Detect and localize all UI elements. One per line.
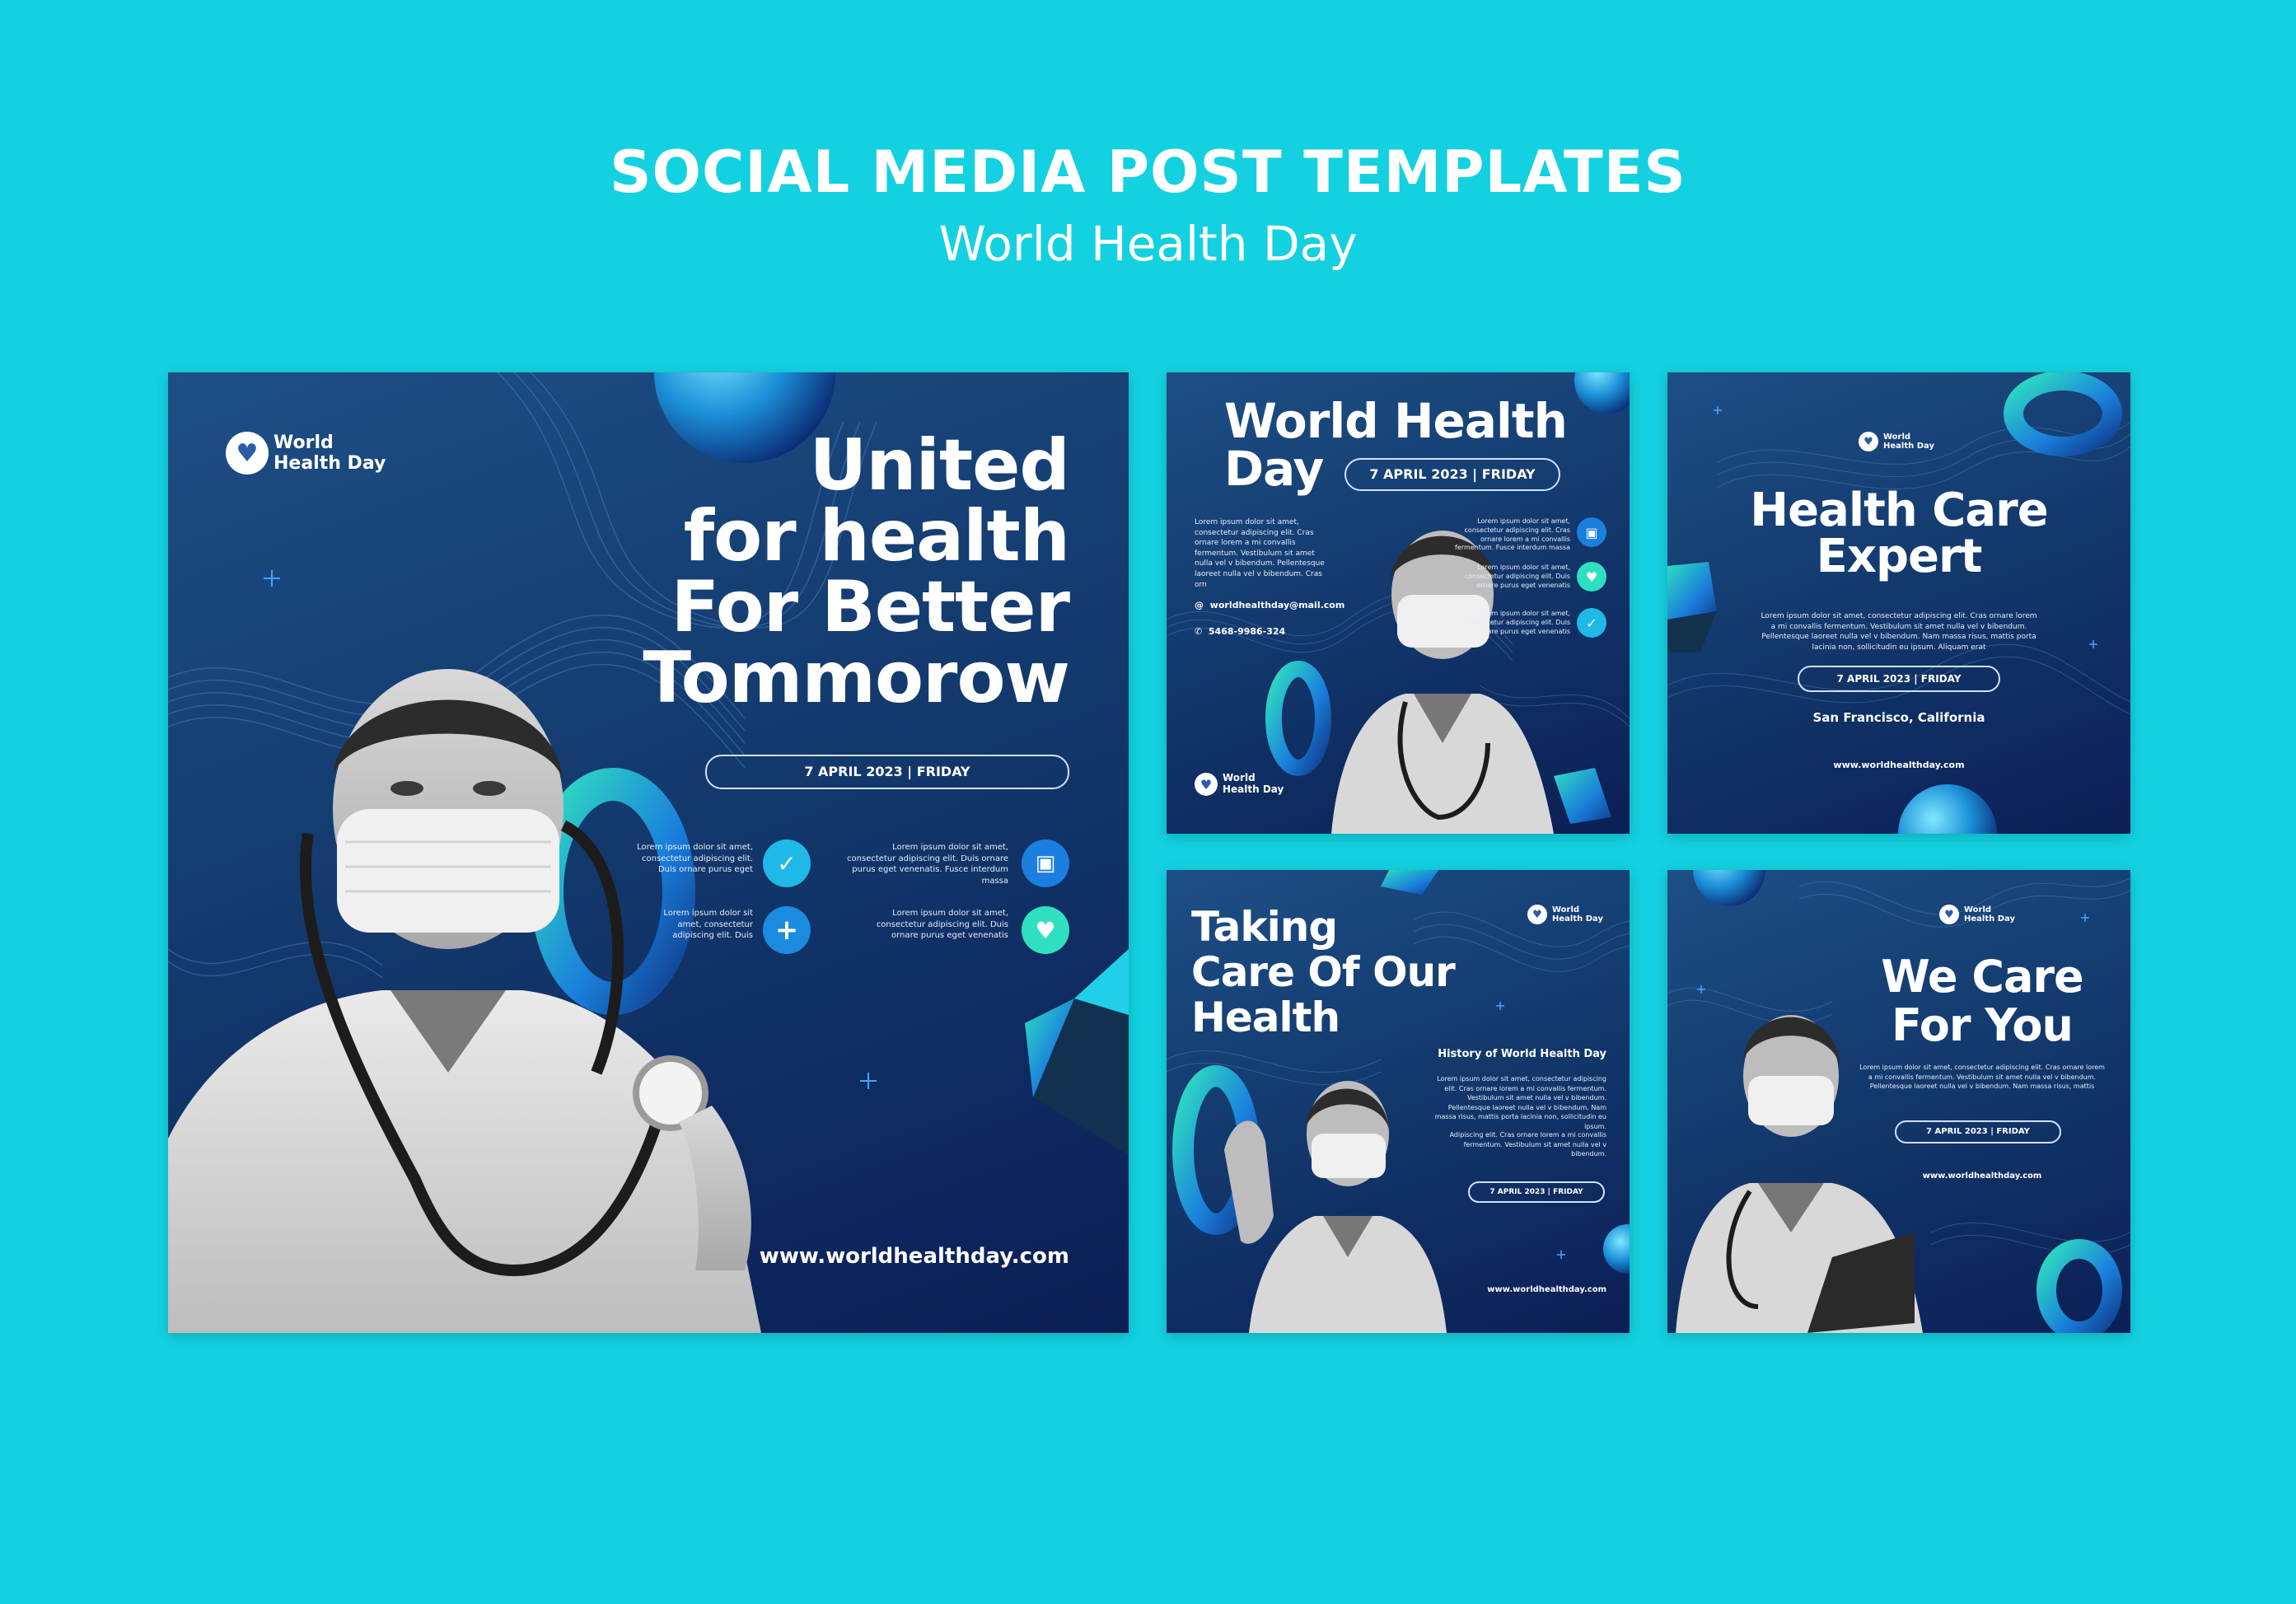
post-health-care-expert-card[interactable]: ♥ World Health Day Health Care Expert Lor… <box>1667 372 2130 834</box>
headline-line-3: For Better <box>671 566 1070 648</box>
phone-icon: ✆ <box>1195 626 1209 637</box>
headline: United for health For Better Tommorow <box>643 424 1070 719</box>
headline-line-2: Care Of Our <box>1191 948 1456 996</box>
headline-line-2: for health <box>683 495 1070 578</box>
heart-pulse-icon: ♥ <box>1527 905 1547 924</box>
logo: ♥ World Health Day <box>1859 432 1934 451</box>
logo: ♥ World Health Day <box>1527 905 1603 924</box>
post-taking-care-card[interactable]: Taking Care Of Our Health ♥ World Health … <box>1167 870 1630 1333</box>
logo-line2: Health Day <box>1223 783 1284 795</box>
headline: We Care For You <box>1859 952 2106 1050</box>
logo: ♥ World Health Day <box>1195 772 1284 796</box>
logo-line1: World <box>1223 772 1256 784</box>
phone-text: 5468-9986-324 <box>1208 626 1286 637</box>
post-world-health-day-card[interactable]: World Health Day 7 APRIL 2023 | FRIDAY L… <box>1167 372 1630 834</box>
heart-pulse-icon: ♥ <box>1022 906 1069 954</box>
website-link[interactable]: www.worldhealthday.com <box>1487 1285 1606 1294</box>
logo-line2: Health Day <box>274 453 386 474</box>
post-we-care-card[interactable]: ♥ World Health Day We Care For You Lorem … <box>1667 870 2130 1333</box>
shield-check-icon: ✓ <box>763 839 811 887</box>
date-badge: 7 APRIL 2023 | FRIDAY <box>1344 458 1560 491</box>
body-text-1: Lorem ipsum dolor sit amet, consectetur … <box>1434 1075 1606 1130</box>
date-badge: 7 APRIL 2023 | FRIDAY <box>1798 666 2000 692</box>
headline-line-1: Taking <box>1191 903 1338 951</box>
logo-line2: Health Day <box>1883 442 1934 451</box>
feature-text-3: Lorem ipsum dolor sit amet, consectetur … <box>1464 610 1570 635</box>
body-text-2: Adipiscing elit. Cras ornare lorem a mi … <box>1449 1131 1606 1158</box>
feature-text-1: Lorem ipsum dolor sit amet, consectetur … <box>1455 517 1570 552</box>
headline: Taking Care Of Our Health <box>1191 903 1456 1041</box>
doctor-photo <box>168 644 794 1333</box>
date-badge: 7 APRIL 2023 | FRIDAY <box>1468 1181 1605 1203</box>
heart-pulse-icon: ♥ <box>1577 562 1606 592</box>
headline-line-1: We Care <box>1881 951 2083 1003</box>
blood-bag-icon: ▣ <box>1577 517 1606 547</box>
website-link[interactable]: www.worldhealthday.com <box>1859 1171 2106 1181</box>
section-title: History of World Health Day <box>1438 1048 1606 1060</box>
website-link[interactable]: www.worldhealthday.com <box>760 1244 1069 1269</box>
logo-line1: World <box>1964 905 1992 914</box>
logo-line2: Health Day <box>1964 914 2015 924</box>
email-contact[interactable]: @ worldhealthday@mail.com <box>1195 600 1344 610</box>
post-main-card[interactable]: ♥ World Health Day United for health For … <box>168 372 1129 1333</box>
logo-line2: Health Day <box>1552 914 1603 924</box>
logo-line1: World <box>274 432 334 453</box>
heart-pulse-icon: ♥ <box>226 432 269 475</box>
feature-text-3: Lorem ipsum dolor sit amet, consectetur … <box>663 909 753 940</box>
feature-text-4: Lorem ipsum dolor sit amet, consectetur … <box>876 909 1008 940</box>
date-badge: 7 APRIL 2023 | FRIDAY <box>1895 1120 2061 1143</box>
phone-contact[interactable]: ✆ 5468-9986-324 <box>1195 626 1285 637</box>
headline-line-1: United <box>809 424 1070 507</box>
date-badge: 7 APRIL 2023 | FRIDAY <box>705 755 1069 789</box>
logo: ♥ World Health Day <box>226 432 386 475</box>
location-text: San Francisco, California <box>1812 710 1985 725</box>
feature-text-2: Lorem ipsum dolor sit amet, consectetur … <box>847 843 1008 886</box>
page-subtitle: World Health Day <box>938 216 1358 272</box>
feature-text-2: Lorem ipsum dolor sit amet, consectetur … <box>1464 564 1570 589</box>
doctor-photo <box>1216 1051 1463 1333</box>
headline-line-2: For You <box>1892 999 2074 1052</box>
plus-icon: + <box>763 906 811 954</box>
heart-pulse-icon: ♥ <box>1859 432 1878 451</box>
body-text: Lorem ipsum dolor sit amet, consectetur … <box>1859 1064 2105 1091</box>
headline-line-2: Expert <box>1816 530 1983 583</box>
heart-pulse-icon: ♥ <box>1195 773 1218 796</box>
headline-line-4: Tommorow <box>643 637 1070 719</box>
shield-check-icon: ✓ <box>1577 608 1606 638</box>
heart-pulse-icon: ♥ <box>1939 905 1959 924</box>
headline-line-3: Health <box>1191 994 1340 1041</box>
logo: ♥ World Health Day <box>1939 905 2015 924</box>
body-text: Lorem ipsum dolor sit amet, consectetur … <box>1761 612 2037 652</box>
headline: Health Care Expert <box>1667 488 2130 580</box>
logo-line1: World <box>1883 432 1911 442</box>
email-text: worldhealthday@mail.com <box>1209 600 1345 610</box>
at-icon: @ <box>1195 600 1210 610</box>
website-link[interactable]: www.worldhealthday.com <box>1667 760 2130 770</box>
headline-line-1: Health Care <box>1750 484 2048 537</box>
page-title: SOCIAL MEDIA POST TEMPLATES <box>610 138 1686 206</box>
headline-line-1: World Health <box>1224 393 1568 449</box>
logo-line1: World <box>1552 905 1580 914</box>
body-text: Lorem ipsum dolor sit amet, consectetur … <box>1195 518 1325 589</box>
blood-bag-icon: ▣ <box>1022 839 1069 887</box>
feature-text-1: Lorem ipsum dolor sit amet, consectetur … <box>637 843 753 874</box>
